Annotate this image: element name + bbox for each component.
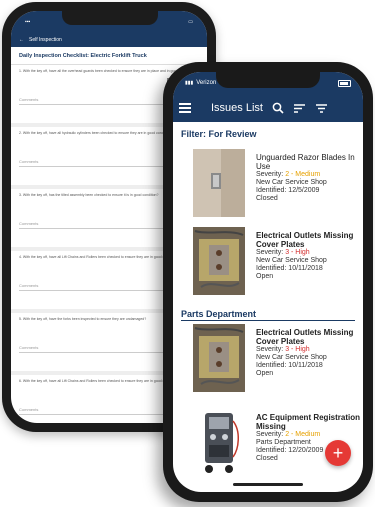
battery-icon bbox=[338, 80, 351, 87]
list-item[interactable]: Electrical Outlets Missing Cover Plates … bbox=[173, 324, 363, 404]
back-status-signal-icon: ▪▪▪ bbox=[25, 19, 31, 25]
severity-label: Severity: bbox=[256, 431, 284, 438]
app-bar: Issues List bbox=[173, 94, 363, 122]
section-divider bbox=[181, 320, 355, 321]
back-arrow-icon[interactable]: ← bbox=[19, 37, 24, 43]
electrical-outlet-photo bbox=[193, 227, 245, 295]
severity-label: Severity: bbox=[256, 171, 284, 178]
severity-label: Severity: bbox=[256, 249, 284, 256]
back-status-battery-icon: ▭ bbox=[188, 19, 193, 25]
razor-blade-photo bbox=[193, 149, 245, 217]
list-item[interactable]: Unguarded Razor Blades In Use Severity: … bbox=[173, 147, 363, 227]
severity-label: Severity: bbox=[256, 346, 284, 353]
page-title: Issues List bbox=[211, 102, 263, 114]
checklist-title: Daily Inspection Checklist: Electric For… bbox=[11, 47, 207, 65]
section-header: Parts Department bbox=[181, 309, 257, 319]
front-phone-screen: ▮▮▮ Verizon Issues List Filter: For Revi… bbox=[173, 72, 363, 492]
add-issue-button[interactable]: + bbox=[325, 440, 351, 466]
issues-content: Filter: For Review Unguarded Razor Blade… bbox=[173, 122, 363, 492]
section-for-review: Filter: For Review bbox=[173, 122, 363, 139]
issue-identified: Identified: 10/11/2018 bbox=[256, 265, 323, 272]
back-header-title: Self Inspection bbox=[29, 37, 62, 43]
sort-icon[interactable] bbox=[293, 101, 307, 115]
electrical-outlet-photo bbox=[193, 324, 245, 392]
issue-identified: Identified: 12/5/2009 bbox=[256, 187, 320, 194]
section-parts-department: Parts Department bbox=[173, 302, 363, 321]
issue-identified: Identified: 10/11/2018 bbox=[256, 362, 323, 369]
menu-icon[interactable] bbox=[179, 100, 195, 116]
carrier-name: Verizon bbox=[196, 80, 217, 86]
issue-status: Closed bbox=[256, 195, 278, 202]
section-header: Filter: For Review bbox=[181, 129, 257, 139]
front-phone: ▮▮▮ Verizon Issues List Filter: For Revi… bbox=[163, 62, 373, 502]
issue-location: New Car Service Shop bbox=[256, 179, 327, 186]
list-item[interactable]: Electrical Outlets Missing Cover Plates … bbox=[173, 227, 363, 307]
issue-status: Open bbox=[256, 370, 274, 377]
front-phone-notch bbox=[216, 72, 320, 88]
issue-title: Electrical Outlets Missing Cover Plates bbox=[256, 231, 354, 249]
issue-title: Unguarded Razor Blades In Use bbox=[256, 153, 355, 171]
issue-location: New Car Service Shop bbox=[256, 257, 327, 264]
back-phone-notch bbox=[62, 11, 158, 25]
filter-icon[interactable] bbox=[315, 101, 329, 115]
issue-status: Open bbox=[256, 273, 274, 280]
severity-value: 3 - High bbox=[285, 249, 310, 256]
ac-equipment-photo bbox=[193, 409, 245, 477]
issue-title: AC Equipment Registration Missing bbox=[256, 413, 361, 431]
severity-value: 3 - High bbox=[285, 346, 310, 353]
issue-location: New Car Service Shop bbox=[256, 354, 327, 361]
search-icon[interactable] bbox=[271, 101, 285, 115]
issue-title: Electrical Outlets Missing Cover Plates bbox=[256, 328, 354, 346]
severity-value: 2 - Medium bbox=[285, 171, 321, 178]
back-app-bar: ← Self Inspection bbox=[11, 33, 207, 47]
severity-value: 2 - Medium bbox=[285, 431, 321, 438]
home-indicator bbox=[233, 483, 303, 486]
signal-icon: ▮▮▮ bbox=[185, 80, 194, 86]
